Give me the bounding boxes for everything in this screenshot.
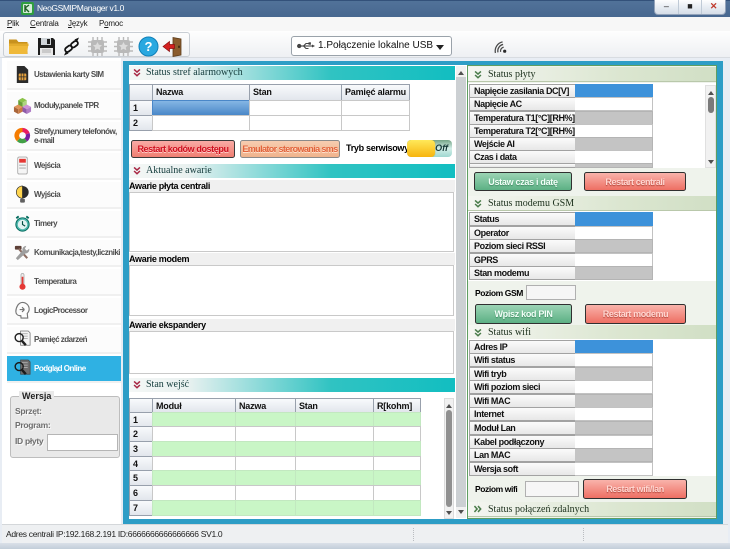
svg-text:?: ?	[145, 39, 153, 54]
